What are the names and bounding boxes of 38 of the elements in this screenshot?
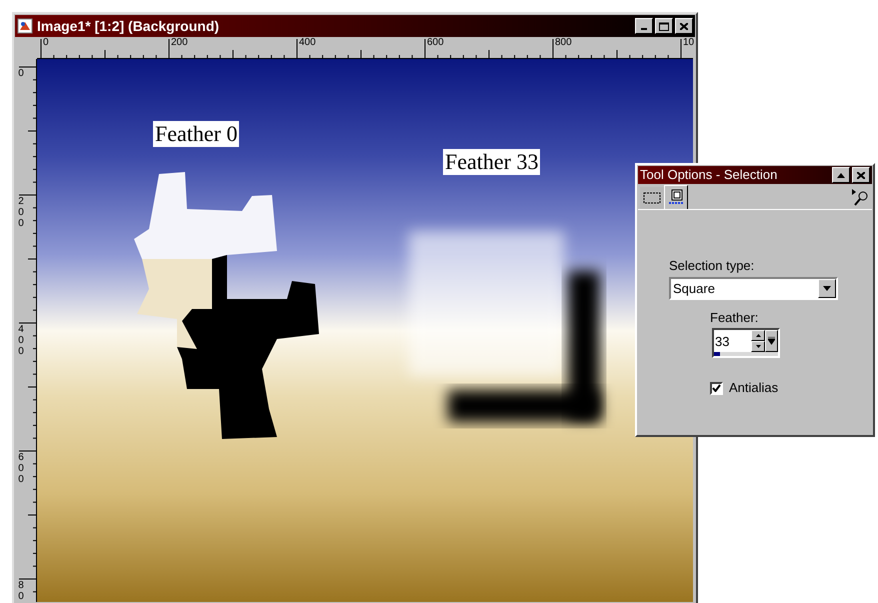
app-icon [17,18,33,34]
down-triangle-icon [756,345,760,348]
ruler-label: 80 [17,580,25,602]
roll-up-button[interactable] [832,167,850,183]
ruler-label: 400 [17,324,25,357]
ruler-label: 600 [17,452,25,485]
window-title: Image1* [1:2] (Background) [37,17,220,35]
close-icon [680,22,688,30]
dropdown-arrow-button[interactable] [818,279,836,298]
canvas-text-label: Feather 33 [443,149,540,175]
window-title: Tool Options - Selection [640,167,778,183]
popup-arrow-icon [768,337,775,345]
slider-popup-button[interactable] [765,330,778,352]
close-icon [857,172,865,178]
marquee-icon [643,192,661,204]
antialias-checkbox[interactable] [710,382,723,394]
ruler-label: 200 [17,196,25,229]
minimize-button[interactable] [635,18,653,34]
tool-tab[interactable] [664,185,688,209]
feather-field[interactable]: 33 [714,330,751,352]
maximize-icon [659,22,669,30]
selection-options-icon [667,188,685,206]
close-button[interactable] [852,167,870,183]
selection-type-label: Selection type: [669,258,756,274]
close-button[interactable] [675,18,693,34]
caret-down-icon [823,286,831,291]
antialias-label: Antialias [729,380,778,396]
tool-tab[interactable] [640,187,664,209]
check-icon [712,384,721,392]
spin-up-button[interactable] [751,330,765,341]
canvas-text-label: Feather 0 [153,121,240,147]
selection-type-dropdown[interactable]: Square [669,277,838,300]
feather-label: Feather: [710,310,760,326]
maximize-button[interactable] [655,18,673,34]
up-triangle-icon [837,172,845,178]
ruler-label: 0 [17,68,25,79]
up-triangle-icon [756,334,760,337]
spin-down-button[interactable] [751,341,765,352]
